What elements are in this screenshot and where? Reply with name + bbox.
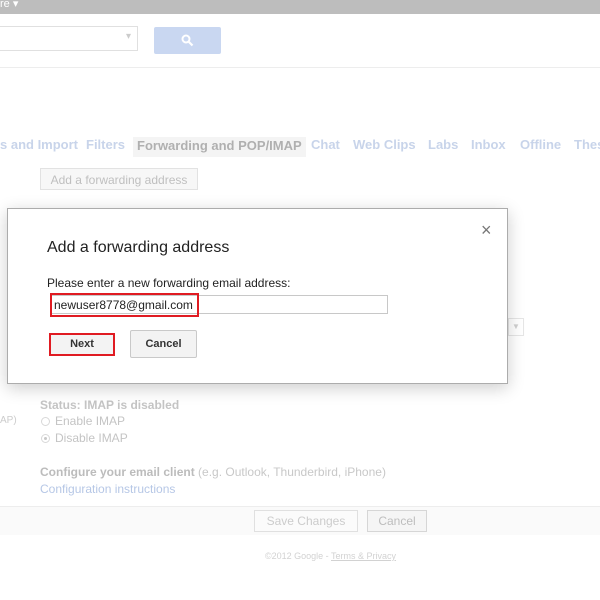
add-forwarding-dialog: × Add a forwarding address Please enter … (7, 208, 508, 384)
tab-chat[interactable]: Chat (311, 137, 340, 152)
disable-imap-option[interactable]: Disable IMAP (41, 431, 128, 445)
terms-privacy-link[interactable]: Terms & Privacy (331, 551, 396, 561)
tab-inbox[interactable]: Inbox (471, 137, 506, 152)
imap-status: Status: IMAP is disabled (40, 398, 180, 412)
tab-accounts-and-import[interactable]: s and Import (0, 137, 78, 152)
chevron-down-icon[interactable]: ▾ (126, 31, 131, 42)
dropdown-select[interactable]: ▼ (508, 318, 524, 336)
next-button[interactable]: Next (49, 333, 115, 356)
disable-imap-label: Disable IMAP (55, 431, 128, 445)
search-icon (181, 34, 194, 47)
search-button[interactable] (154, 27, 221, 54)
forwarding-email-label: Please enter a new forwarding email addr… (47, 276, 291, 290)
top-bar: re ▾ (0, 0, 600, 14)
radio-button[interactable] (41, 416, 50, 426)
add-forwarding-address-button[interactable]: Add a forwarding address (40, 168, 198, 190)
tab-forwarding-pop-imap[interactable]: Forwarding and POP/IMAP (133, 137, 306, 157)
client-hint: (e.g. Outlook, Thunderbird, iPhone) (198, 465, 386, 479)
cancel-changes-button[interactable]: Cancel (367, 510, 427, 532)
divider (0, 67, 600, 68)
tab-themes[interactable]: Thes (574, 137, 600, 152)
configuration-instructions-link[interactable]: Configuration instructions (40, 482, 175, 496)
radio-button-selected[interactable] (41, 433, 50, 443)
more-menu[interactable]: re ▾ (0, 0, 18, 10)
tab-web-clips[interactable]: Web Clips (353, 137, 416, 152)
footer: ©2012 Google - Terms & Privacy (265, 551, 396, 561)
close-icon[interactable]: × (481, 221, 492, 239)
copyright-text: ©2012 Google - (265, 551, 332, 561)
dialog-title: Add a forwarding address (47, 239, 230, 256)
tab-filters[interactable]: Filters (86, 137, 125, 152)
forwarding-email-input[interactable] (51, 295, 388, 314)
tab-labs[interactable]: Labs (428, 137, 458, 152)
settings-tabs: s and Import Filters Forwarding and POP/… (0, 137, 600, 157)
save-changes-button[interactable]: Save Changes (254, 510, 358, 532)
enable-imap-option[interactable]: Enable IMAP (41, 414, 125, 428)
search-input[interactable]: ▾ (0, 26, 138, 51)
enable-imap-label: Enable IMAP (55, 414, 126, 428)
email-client-section: Configure your email client (e.g. Outloo… (40, 465, 386, 479)
cancel-button[interactable]: Cancel (130, 330, 197, 358)
imap-side-label: AP) (0, 415, 17, 426)
tab-offline[interactable]: Offline (520, 137, 561, 152)
chevron-down-icon: ▼ (512, 322, 520, 331)
client-heading: Configure your email client (40, 465, 195, 479)
